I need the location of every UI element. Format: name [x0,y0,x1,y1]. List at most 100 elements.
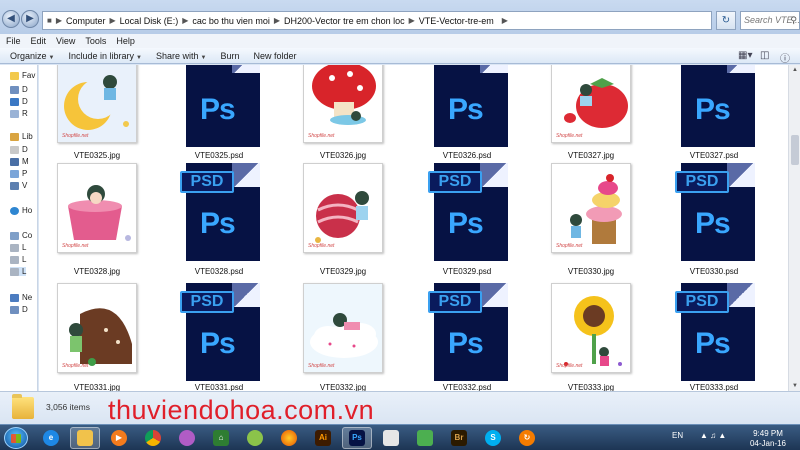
menu-edit[interactable]: Edit [31,36,47,46]
vertical-scrollbar[interactable]: ▲ ▼ [788,65,800,391]
menu-view[interactable]: View [56,36,75,46]
file-item[interactable]: Shopfile.net VTE0332.jpg [293,283,393,391]
taskbar-app[interactable] [138,427,168,449]
recent-icon [10,109,19,118]
file-item[interactable]: Shopfile.net VTE0331.jpg [47,283,147,391]
file-item[interactable]: PSD Ps VTE0329.psd [417,163,517,279]
nav-homegroup[interactable]: Ho [10,206,32,215]
breadcrumb-computer[interactable]: Computer [66,16,106,26]
help-icon[interactable]: ⓘ [780,50,790,65]
new-folder-button[interactable]: New folder [253,51,296,61]
nav-item[interactable]: P [10,169,27,178]
file-name: VTE0331.psd [194,383,244,391]
breadcrumb-vte[interactable]: VTE-Vector-tre-em [419,16,494,26]
nav-libraries[interactable]: Lib [10,132,33,141]
nav-item-selected[interactable]: L [10,267,27,276]
nav-item[interactable]: D [10,85,28,94]
taskbar-app-active[interactable]: Ps [342,427,372,449]
address-bar[interactable]: ■ ▶ Computer ▶ Local Disk (E:) ▶ cac bo … [42,11,712,30]
taskbar-app[interactable] [410,427,440,449]
breadcrumb-local-disk[interactable]: Local Disk (E:) [120,16,179,26]
nav-item[interactable]: D [10,305,28,314]
file-item[interactable]: Ps VTE0327.psd [664,65,764,161]
file-item[interactable]: Shopfile.net VTE0329.jpg [293,163,393,279]
file-name: VTE0330.psd [689,267,739,276]
nav-item[interactable]: R [10,109,28,118]
nav-item[interactable]: D [10,145,28,154]
taskbar-app[interactable]: ⌂ [206,427,236,449]
scroll-down-icon[interactable]: ▼ [789,381,800,391]
image-thumbnail: Shopfile.net [551,65,631,143]
taskbar-app[interactable] [274,427,304,449]
file-item[interactable]: Shopfile.net VTE0333.jpg [541,283,641,391]
tray-icons[interactable]: ▲ ♫ ▲ [700,431,726,440]
share-with-button[interactable]: Share with ▼ [156,51,206,61]
start-button[interactable] [4,427,28,449]
nav-item[interactable]: V [10,181,27,190]
menu-bar: File Edit View Tools Help [0,34,800,48]
burn-button[interactable]: Burn [220,51,239,61]
menu-file[interactable]: File [6,36,21,46]
file-item[interactable]: Shopfile.net VTE0330.jpg [541,163,641,279]
nav-computer[interactable]: Co [10,231,32,240]
file-name: VTE0331.jpg [73,383,121,391]
file-name: VTE0329.jpg [319,267,367,276]
file-item[interactable]: Ps VTE0326.psd [417,65,517,161]
taskbar-app[interactable]: S [478,427,508,449]
search-input[interactable]: Search VTE... ⚲ [740,11,800,30]
firefox-icon [281,430,297,446]
forward-button[interactable]: ▶ [21,10,39,28]
include-in-library-button[interactable]: Include in library ▼ [68,51,141,61]
breadcrumb-dh200[interactable]: DH200-Vector tre em chon loc [284,16,405,26]
taskbar-app[interactable]: ▶ [104,427,134,449]
file-name: VTE0325.jpg [73,151,121,160]
chevron-down-icon: ▼ [136,54,142,61]
mushroom-girl-illustration [304,65,382,142]
image-thumbnail: Shopfile.net [57,163,137,253]
file-item[interactable]: PSD Ps VTE0330.psd [664,163,764,279]
taskbar-app[interactable] [172,427,202,449]
taskbar-app[interactable]: e [36,427,66,449]
nav-item[interactable]: D [10,97,28,106]
menu-tools[interactable]: Tools [85,36,106,46]
file-name: VTE0327.psd [689,151,739,160]
nav-item[interactable]: M [10,157,29,166]
menu-help[interactable]: Help [116,36,135,46]
scroll-up-icon[interactable]: ▲ [789,65,800,75]
file-item[interactable]: PSD Ps VTE0333.psd [664,283,764,391]
taskbar-app[interactable]: Ai [308,427,338,449]
scroll-thumb[interactable] [791,135,799,165]
taskbar-app[interactable] [376,427,406,449]
refresh-button[interactable]: ↻ [716,11,736,30]
homegroup-icon [10,206,19,215]
nav-item[interactable]: L [10,255,26,264]
file-item[interactable]: Shopfile.net VTE0327.jpg [541,65,641,161]
taskbar-app-active[interactable] [70,427,100,449]
file-item[interactable]: Shopfile.net VTE0326.jpg [293,65,393,161]
game-icon [179,430,195,446]
image-thumbnail: Shopfile.net [303,65,383,143]
explorer-icon [77,430,93,446]
preview-pane-icon[interactable]: ◫ [760,50,769,61]
site-watermark: thuviendohoa.com.vn [108,395,375,425]
chocolate-girl-illustration [58,284,136,372]
nav-network[interactable]: Ne [10,293,32,302]
file-item[interactable]: PSD Ps VTE0331.psd [169,283,269,391]
psd-file-icon: PSD Ps [675,283,755,381]
taskbar-app[interactable]: ↻ [512,427,542,449]
nav-favorites[interactable]: Fav [10,71,35,80]
file-item[interactable]: PSD Ps VTE0328.psd [169,163,269,279]
view-options-icon[interactable]: ▦▾ [738,50,752,61]
file-item[interactable]: PSD Ps VTE0332.psd [417,283,517,391]
taskbar-app[interactable] [240,427,270,449]
back-button[interactable]: ◀ [2,10,20,28]
nav-item[interactable]: L [10,243,26,252]
file-item[interactable]: Shopfile.net VTE0325.jpg [47,65,147,161]
breadcrumb-library-folder[interactable]: cac bo thu vien moi [192,16,270,26]
clock[interactable]: 9:49 PM 04-Jan-16 [740,429,796,449]
file-item[interactable]: Ps VTE0325.psd [169,65,269,161]
file-item[interactable]: Shopfile.net VTE0328.jpg [47,163,147,279]
organize-button[interactable]: Organize ▼ [10,51,54,61]
language-indicator[interactable]: EN [672,431,683,440]
taskbar-app[interactable]: Br [444,427,474,449]
